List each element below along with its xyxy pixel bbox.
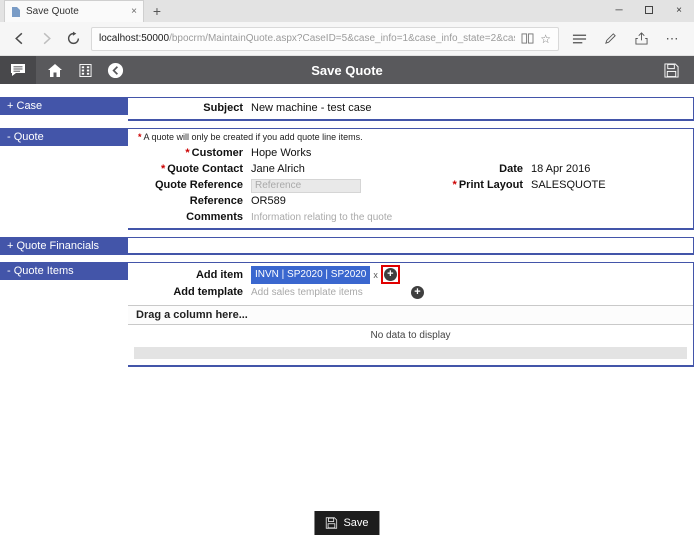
company-grid-icon[interactable]: [74, 59, 96, 81]
save-icon[interactable]: [660, 59, 682, 81]
url-host: localhost:50000: [99, 33, 170, 44]
app-header-left: [0, 56, 126, 84]
page-icon: [11, 6, 21, 18]
quote-financials-content: [128, 237, 694, 255]
add-template-row: Add template +: [128, 284, 693, 300]
more-icon[interactable]: ⋯: [661, 31, 683, 47]
favorite-star-icon[interactable]: ☆: [540, 32, 551, 46]
quote-items-content: Add item INVN | SP2020 | SP2020 x + Add …: [128, 262, 694, 367]
subject-label: Subject: [203, 102, 243, 114]
tab-close-icon[interactable]: ×: [131, 6, 137, 17]
print-layout-value: SALESQUOTE: [531, 179, 606, 191]
minimize-button[interactable]: ─: [604, 0, 634, 22]
back-icon[interactable]: [10, 30, 28, 48]
refresh-icon[interactable]: [64, 30, 82, 48]
url-path: /bpocrm/MaintainQuote.aspx?CaseID=5&case…: [169, 33, 516, 44]
main-content: + Case Subject New machine - test case -…: [0, 84, 694, 367]
quote-contact-label: * Quote Contact: [160, 163, 243, 175]
address-input[interactable]: localhost:50000/bpocrm/MaintainQuote.asp…: [91, 26, 559, 51]
required-marker: *: [160, 163, 166, 175]
tab-title: Save Quote: [26, 6, 79, 17]
app-header-right: [660, 59, 694, 81]
comments-row: Comments: [128, 209, 693, 225]
home-icon[interactable]: [44, 59, 66, 81]
collapse-toggle-icon: +: [7, 240, 14, 252]
customer-value: Hope Works: [251, 147, 312, 159]
add-template-input[interactable]: [251, 286, 369, 298]
required-marker: *: [185, 147, 190, 159]
grid-footer-bar: [134, 347, 687, 359]
new-tab-button[interactable]: +: [144, 0, 170, 22]
forward-icon[interactable]: [37, 30, 55, 48]
grid-group-header[interactable]: Drag a column here...: [128, 305, 693, 325]
quote-reference-input[interactable]: [251, 178, 361, 193]
section-header-quote-financials[interactable]: + Quote Financials: [0, 237, 128, 255]
section-header-quote-items[interactable]: - Quote Items: [0, 262, 128, 280]
save-button-label: Save: [343, 517, 369, 529]
browser-address-bar: localhost:50000/bpocrm/MaintainQuote.asp…: [0, 22, 694, 56]
tab-strip: Save Quote × + ─ ×: [0, 0, 694, 22]
save-floppy-icon: [325, 517, 338, 529]
web-note-icon[interactable]: [599, 32, 621, 45]
grid-empty-message: No data to display: [370, 330, 451, 341]
section-header-quote[interactable]: - Quote: [0, 128, 128, 146]
item-chip[interactable]: INVN | SP2020 | SP2020: [251, 265, 371, 284]
add-item-label: Add item: [195, 268, 243, 281]
share-icon[interactable]: [630, 32, 652, 45]
quote-content: * A quote will only be created if you add…: [128, 128, 694, 230]
subject-value: New machine - test case: [251, 102, 372, 114]
quote-note: * A quote will only be created if you add…: [138, 132, 363, 142]
app-header: Save Quote: [0, 56, 694, 84]
chat-icon[interactable]: [0, 56, 36, 84]
subject-row: Subject New machine - test case: [128, 100, 693, 116]
reference-label: Reference: [189, 195, 243, 207]
quote-contact-value: Jane Alrich: [251, 163, 305, 175]
reference-layout-row: Quote Reference *Print Layout SALESQUOTE: [128, 177, 693, 193]
add-item-plus-button[interactable]: +: [383, 268, 397, 281]
section-quote-items: - Quote Items Add item INVN | SP2020 | S…: [0, 262, 694, 367]
date-label: Date: [499, 163, 523, 175]
back-circle-icon[interactable]: [104, 59, 126, 81]
add-template-label: Add template: [173, 286, 243, 298]
case-content: Subject New machine - test case: [128, 97, 694, 121]
collapse-toggle-icon: -: [7, 265, 11, 277]
section-quote: - Quote * A quote will only be created if…: [0, 128, 694, 230]
add-template-cell: +: [243, 285, 424, 299]
add-template-plus-button[interactable]: +: [411, 285, 424, 299]
contact-date-row: * Quote Contact Jane Alrich Date 18 Apr 2…: [128, 161, 693, 177]
required-marker: *: [138, 132, 142, 142]
tabstrip-spacer: [170, 0, 604, 22]
reference-value: OR589: [251, 195, 286, 207]
chip-remove-icon[interactable]: x: [373, 267, 378, 283]
date-value: 18 Apr 2016: [531, 163, 591, 175]
section-case: + Case Subject New machine - test case: [0, 97, 694, 121]
required-marker: *: [452, 179, 457, 191]
customer-label: * Customer: [185, 147, 243, 159]
close-button[interactable]: ×: [664, 0, 694, 22]
quote-reference-label: Quote Reference: [154, 179, 243, 191]
reference-row: Reference OR589: [128, 193, 693, 209]
add-item-row: Add item INVN | SP2020 | SP2020 x +: [128, 265, 693, 284]
maximize-button[interactable]: [634, 0, 664, 22]
comments-cell: [243, 209, 471, 225]
section-quote-financials: + Quote Financials: [0, 237, 694, 255]
comments-input[interactable]: [251, 212, 471, 223]
collapse-toggle-icon: +: [7, 100, 14, 112]
save-button[interactable]: Save: [314, 511, 380, 535]
browser-tab[interactable]: Save Quote ×: [4, 0, 144, 22]
section-header-case[interactable]: + Case: [0, 97, 128, 115]
print-layout-label: * Print Layout: [452, 179, 523, 191]
hub-icon[interactable]: [568, 33, 590, 45]
annotation-highlight: +: [380, 265, 400, 284]
customer-row: * Customer Hope Works: [128, 145, 693, 161]
comments-label: Comments: [186, 211, 243, 223]
reading-view-icon[interactable]: [521, 33, 534, 44]
quote-reference-cell: [243, 177, 423, 193]
maximize-icon: [645, 6, 653, 15]
window-controls: ─ ×: [604, 0, 694, 22]
collapse-toggle-icon: -: [7, 131, 11, 143]
